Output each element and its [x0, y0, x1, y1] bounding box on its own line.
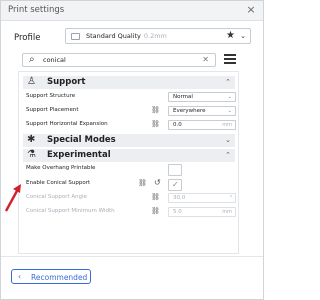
favorite-star-icon[interactable]: ★: [226, 30, 235, 41]
profile-label: Profile: [14, 33, 41, 43]
chevron-down-icon: ⌄: [227, 108, 232, 114]
chevron-down-icon: ⌄: [240, 32, 246, 40]
link-icon[interactable]: ⛓: [151, 120, 160, 128]
print-settings-window: Print settings × Profile Standard Qualit…: [0, 0, 264, 300]
make-overhang-printable-checkbox[interactable]: [168, 164, 182, 176]
profile-value: Standard Quality 0.2mm: [86, 32, 167, 40]
settings-menu-icon[interactable]: [224, 54, 236, 64]
field-unit: °: [229, 195, 233, 201]
checkmark-icon: ✓: [172, 180, 179, 189]
setting-label: Support Horizontal Expansion: [26, 121, 108, 127]
profile-dropdown[interactable]: Standard Quality 0.2mm ★ ⌄: [65, 28, 251, 44]
conical-support-angle-input[interactable]: 30.0 °: [168, 193, 236, 203]
category-experimental[interactable]: ⚗ Experimental ⌃: [23, 149, 235, 162]
title-bar: Print settings ×: [1, 1, 263, 21]
chevron-up-icon: ⌃: [225, 78, 231, 86]
field-unit: mm: [222, 122, 232, 128]
link-icon[interactable]: ⛓: [151, 106, 160, 114]
chevron-down-icon: ⌄: [227, 94, 232, 100]
field-value: 0.0: [173, 122, 182, 128]
chevron-left-icon: ‹: [18, 272, 21, 281]
footer-divider: [1, 256, 263, 257]
setting-conical-support-minimum-width: Conical Support Minimum Width ⛓ 5.0 mm: [23, 207, 236, 218]
search-input[interactable]: [43, 55, 193, 65]
setting-support-placement: Support Placement ⛓ Everywhere ⌄: [23, 106, 236, 117]
setting-make-overhang-printable: Make Overhang Printable: [23, 164, 235, 176]
support-icon: ♙: [27, 76, 36, 87]
settings-list: ♙ Support ⌃ Support Structure Normal ⌄ S…: [18, 71, 239, 254]
field-value: 30.0: [173, 195, 186, 201]
setting-support-horizontal-expansion: Support Horizontal Expansion ⛓ 0.0 mm: [23, 120, 236, 131]
chevron-down-icon: ⌄: [225, 136, 231, 144]
window-title: Print settings: [8, 5, 65, 15]
conical-support-minimum-width-input[interactable]: 5.0 mm: [168, 207, 236, 217]
setting-label: Conical Support Angle: [26, 194, 88, 200]
recommended-label: Recommended: [31, 273, 88, 282]
support-placement-select[interactable]: Everywhere ⌄: [168, 106, 236, 116]
experimental-icon: ⚗: [27, 149, 36, 160]
clear-search-icon[interactable]: ✕: [202, 55, 209, 64]
category-label: Experimental: [47, 150, 111, 160]
reset-icon[interactable]: ↺: [154, 178, 161, 187]
setting-label: Support Structure: [26, 93, 76, 99]
category-label: Special Modes: [47, 135, 116, 145]
field-value: Normal: [173, 94, 193, 100]
annotation-arrow: [4, 184, 21, 212]
link-icon[interactable]: ⛓: [138, 179, 147, 187]
support-horizontal-expansion-input[interactable]: 0.0 mm: [168, 120, 236, 130]
setting-label: Make Overhang Printable: [26, 165, 96, 171]
search-icon: ⌕: [29, 54, 35, 65]
link-icon[interactable]: ⛓: [151, 193, 160, 201]
setting-enable-conical-support: Enable Conical Support ⛓ ↺ ✓: [23, 178, 235, 191]
settings-search[interactable]: ⌕ ✕: [22, 53, 216, 67]
profile-value-text: Standard Quality: [86, 32, 141, 40]
support-structure-select[interactable]: Normal ⌄: [168, 92, 236, 102]
link-icon[interactable]: ⛓: [151, 207, 160, 215]
category-label: Support: [47, 77, 86, 87]
setting-label: Support Placement: [26, 107, 79, 113]
chevron-up-icon: ⌃: [225, 151, 231, 159]
field-value: 5.0: [173, 209, 182, 215]
special-modes-icon: ✱: [27, 134, 36, 145]
profile-subvalue: 0.2mm: [143, 32, 167, 40]
setting-label: Conical Support Minimum Width: [26, 208, 115, 214]
profile-lead-icon: [71, 33, 80, 40]
category-special-modes[interactable]: ✱ Special Modes ⌄: [23, 134, 235, 147]
field-value: Everywhere: [173, 108, 206, 114]
enable-conical-support-checkbox[interactable]: ✓: [168, 179, 182, 191]
setting-support-structure: Support Structure Normal ⌄: [23, 92, 236, 103]
field-unit: mm: [222, 209, 232, 215]
setting-label: Enable Conical Support: [26, 180, 91, 186]
close-icon[interactable]: ×: [244, 3, 258, 17]
category-support[interactable]: ♙ Support ⌃: [23, 76, 235, 89]
setting-conical-support-angle: Conical Support Angle ⛓ 30.0 °: [23, 193, 236, 204]
recommended-button[interactable]: ‹ Recommended: [11, 269, 91, 284]
